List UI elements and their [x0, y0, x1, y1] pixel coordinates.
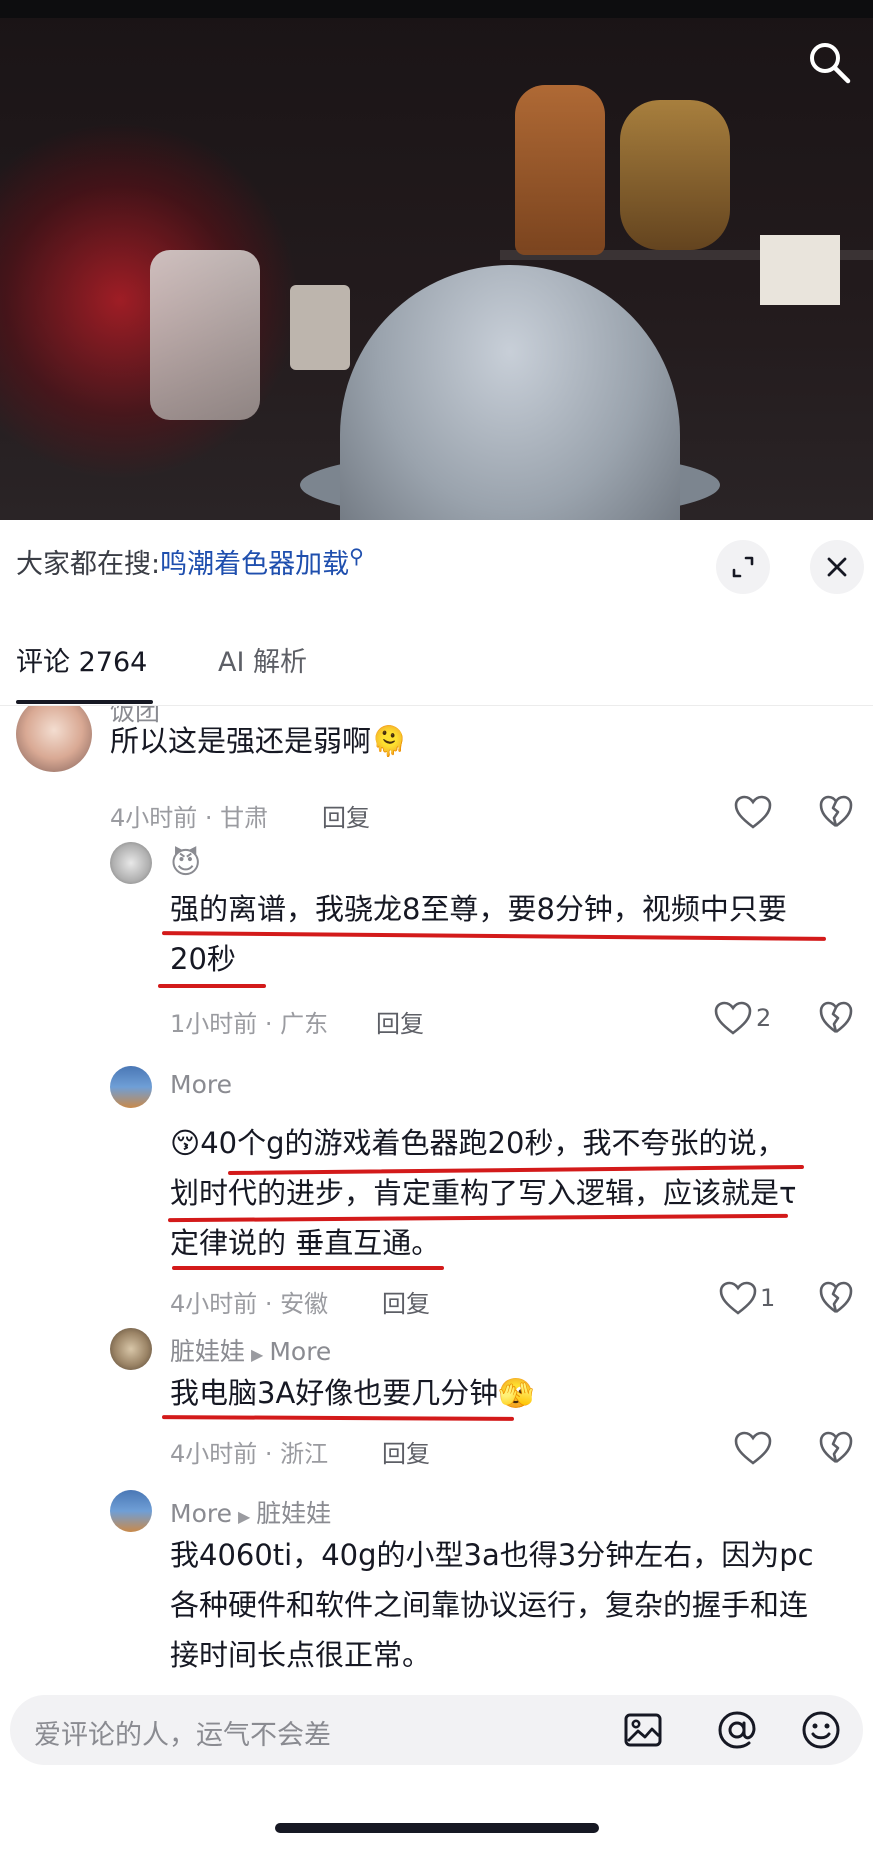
- comment-list: 饭团 所以这是强还是弱啊🫠 4小时前 · 甘肃 回复 😈 强的离谱，我骁龙8至尊…: [0, 706, 873, 1681]
- comment-username-text[interactable]: More: [170, 1499, 232, 1528]
- like-count: 1: [760, 1284, 776, 1312]
- hot-search-text[interactable]: 大家都在搜:鸣潮着色器加载⚲: [16, 542, 364, 581]
- comment-reply-item: More 😚40个g的游戏着色器跑20秒，我不夸张的说， 划时代的进步，肯定重构…: [0, 1066, 873, 1318]
- reply-to-username[interactable]: More: [269, 1337, 331, 1366]
- portrait-photo-prop: [290, 285, 350, 370]
- emoji-icon: 😚: [170, 1126, 201, 1160]
- image-icon[interactable]: [622, 1709, 664, 1751]
- gimbal-prop: [150, 250, 260, 420]
- avatar[interactable]: [110, 1066, 152, 1108]
- reply-arrow-icon: ▶: [251, 1345, 264, 1364]
- comment-input[interactable]: 爱评论的人，运气不会差: [10, 1695, 863, 1765]
- comment-username[interactable]: More: [170, 1070, 232, 1099]
- dislike-broken-heart-icon[interactable]: [818, 794, 854, 830]
- bear-figurine: [515, 85, 605, 255]
- tab-active-indicator: [16, 700, 153, 704]
- wall-poster: [760, 235, 840, 305]
- like-heart-icon[interactable]: [733, 794, 773, 830]
- comment-text-line-1: 我4060ti，40g的小型3a也得3分钟左右，因为pc: [170, 1538, 814, 1572]
- comment-meta: 4小时前 · 安徽: [170, 1290, 329, 1318]
- comment-text-content: 我电脑3A好像也要几分钟: [170, 1376, 499, 1410]
- comment-meta: 4小时前 · 浙江: [170, 1440, 329, 1468]
- video-top-edge: [0, 0, 873, 18]
- reply-button[interactable]: 回复: [376, 1004, 424, 1039]
- like-heart-icon[interactable]: [733, 1430, 773, 1466]
- dislike-broken-heart-icon[interactable]: [818, 1430, 854, 1466]
- avatar[interactable]: [110, 842, 152, 884]
- reply-to-username[interactable]: 脏娃娃: [256, 1499, 331, 1528]
- comment-text-line-1: 😚40个g的游戏着色器跑20秒，我不夸张的说，: [170, 1118, 785, 1168]
- reply-button[interactable]: 回复: [322, 798, 370, 833]
- tab-ai-analysis[interactable]: AI 解析: [218, 640, 307, 679]
- comment-text-content: 40个g的游戏着色器跑20秒，我不夸张的说，: [200, 1126, 786, 1160]
- like-count: 2: [756, 1004, 772, 1032]
- comment-text-line-2: 20秒: [170, 942, 236, 976]
- like-heart-icon[interactable]: [718, 1280, 758, 1316]
- comment-text-line-3: 定律说的 垂直互通。: [170, 1226, 441, 1260]
- comment-text: 我电脑3A好像也要几分钟🫣: [170, 1368, 534, 1418]
- comment-text-line-3: 接时间长点很正常。: [170, 1638, 432, 1672]
- avatar[interactable]: [110, 1328, 152, 1370]
- expand-icon: [732, 556, 754, 578]
- red-underline-annotation: [172, 1266, 444, 1270]
- emoji-icon: 🫠: [371, 724, 408, 758]
- avatar[interactable]: [110, 1490, 152, 1532]
- search-icon[interactable]: [805, 38, 853, 86]
- comment-meta: 1小时前 · 广东: [170, 1010, 329, 1038]
- comment-item: 饭团 所以这是强还是弱啊🫠 4小时前 · 甘肃 回复: [0, 706, 873, 836]
- red-underline-annotation: [161, 1415, 515, 1421]
- comment-username: 脏娃娃 ▶ More: [170, 1332, 331, 1368]
- anime-figurine: [620, 100, 730, 250]
- emoji-face-icon[interactable]: [800, 1709, 842, 1751]
- emoji-icon: 🫣: [498, 1376, 535, 1410]
- comment-text-line-1: 强的离谱，我骁龙8至尊，要8分钟，视频中只要: [170, 892, 787, 926]
- avatar[interactable]: [16, 706, 92, 772]
- comment-reply-item: 脏娃娃 ▶ More 我电脑3A好像也要几分钟🫣 4小时前 · 浙江 回复: [0, 1328, 873, 1468]
- hot-search-link[interactable]: 鸣潮着色器加载: [160, 549, 349, 580]
- comment-reply-item: 😈 强的离谱，我骁龙8至尊，要8分钟，视频中只要 20秒 1小时前 · 广东 回…: [0, 842, 873, 1038]
- comment-reply-item: More ▶ 脏娃娃 我4060ti，40g的小型3a也得3分钟左右，因为pc 各种…: [0, 1490, 873, 1681]
- comment-tabs: 评论 2764 AI 解析: [0, 620, 873, 706]
- hot-search-prefix: 大家都在搜:: [16, 549, 161, 580]
- reply-arrow-icon: ▶: [237, 1507, 251, 1526]
- hot-search-magnifier-icon: ⚲: [349, 544, 364, 568]
- reply-button[interactable]: 回复: [382, 1284, 430, 1319]
- red-underline-annotation: [158, 984, 266, 988]
- like-heart-icon[interactable]: [713, 1000, 753, 1036]
- comment-username[interactable]: 😈: [170, 846, 201, 881]
- comment-text-line-2: 各种硬件和软件之间靠协议运行，复杂的握手和连: [170, 1588, 809, 1622]
- comment-meta: 4小时前 · 甘肃: [110, 804, 269, 832]
- tab-comments[interactable]: 评论 2764: [16, 640, 147, 679]
- comment-text: 所以这是强还是弱啊🫠: [110, 716, 407, 766]
- comment-username-text[interactable]: 脏娃娃: [170, 1337, 245, 1366]
- comment-text-line-2: 划时代的进步，肯定重构了写入逻辑，应该就是τ: [170, 1176, 797, 1210]
- comment-text-content: 所以这是强还是弱啊: [110, 724, 372, 758]
- close-icon: [827, 557, 847, 577]
- home-indicator[interactable]: [275, 1823, 599, 1833]
- mention-at-icon[interactable]: [716, 1709, 758, 1751]
- close-button[interactable]: [810, 540, 864, 594]
- person-head-cap: [340, 265, 680, 520]
- reply-button[interactable]: 回复: [382, 1434, 430, 1469]
- comment-username: More ▶ 脏娃娃: [170, 1494, 331, 1530]
- hot-search-bar: 大家都在搜:鸣潮着色器加载⚲: [0, 520, 873, 620]
- comment-input-placeholder: 爱评论的人，运气不会差: [34, 1720, 331, 1751]
- video-player[interactable]: [0, 0, 873, 520]
- expand-button[interactable]: [716, 540, 770, 594]
- dislike-broken-heart-icon[interactable]: [818, 1000, 854, 1036]
- comment-input-bar: 爱评论的人，运气不会差: [0, 1681, 873, 1851]
- dislike-broken-heart-icon[interactable]: [818, 1280, 854, 1316]
